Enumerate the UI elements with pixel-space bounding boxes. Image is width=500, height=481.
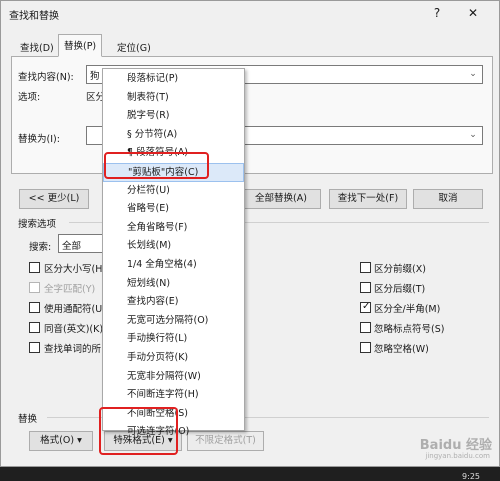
menu-item[interactable]: 可选连字符(O): [103, 423, 244, 442]
match-case-checkbox[interactable]: [29, 262, 40, 273]
tab-find[interactable]: 查找(D): [14, 36, 60, 56]
search-direction-value: 全部: [62, 241, 82, 252]
menu-item[interactable]: 无宽非分隔符(W): [103, 368, 244, 387]
find-label: 查找内容(N):: [18, 72, 74, 83]
menu-item[interactable]: 长划线(M): [103, 237, 244, 256]
menu-item[interactable]: 不间断空格(S): [103, 405, 244, 424]
watermark-url: jingyan.baidu.com: [425, 452, 490, 460]
tab-replace[interactable]: 替换(P): [58, 34, 103, 57]
dialog-title: 查找和替换: [9, 11, 59, 22]
menu-item[interactable]: 全角省略号(F): [103, 219, 244, 238]
replace-label: 替换为(I):: [18, 134, 60, 145]
sounds-like-checkbox[interactable]: [29, 322, 40, 333]
less-button[interactable]: << 更少(L): [19, 189, 89, 209]
tab-goto[interactable]: 定位(G): [111, 36, 157, 56]
search-direction-label: 搜索:: [29, 242, 52, 253]
watermark-logo: Baidu 经验: [419, 438, 492, 453]
menu-item[interactable]: 查找内容(E): [103, 293, 244, 312]
ignore-whitespace-checkbox[interactable]: [360, 342, 371, 353]
menu-item[interactable]: 段落标记(P): [103, 70, 244, 89]
chevron-down-icon[interactable]: ⌄: [466, 128, 480, 143]
menu-item[interactable]: 省略号(E): [103, 200, 244, 219]
menu-item[interactable]: ¶ 段落符号(A): [103, 144, 244, 163]
word-forms-label: 查找单词的所: [44, 344, 102, 355]
whole-word-label: 全字匹配(Y): [44, 284, 96, 295]
match-suffix-checkbox[interactable]: [360, 282, 371, 293]
cancel-button[interactable]: 取消: [413, 189, 483, 209]
help-icon[interactable]: ?: [426, 4, 448, 22]
menu-item[interactable]: 1/4 全角空格(4): [103, 256, 244, 275]
find-next-button[interactable]: 查找下一处(F): [329, 189, 407, 209]
menu-item[interactable]: § 分节符(A): [103, 126, 244, 145]
menu-item[interactable]: 手动换行符(L): [103, 330, 244, 349]
whole-word-checkbox[interactable]: [29, 282, 40, 293]
menu-item[interactable]: 不间断连字符(H): [103, 386, 244, 405]
match-suffix-label: 区分后缀(T): [374, 284, 426, 295]
match-prefix-checkbox[interactable]: [360, 262, 371, 273]
replace-all-button[interactable]: 全部替换(A): [241, 189, 321, 209]
menu-item[interactable]: "剪贴板"内容(C): [103, 163, 244, 182]
taskbar-clock: 9:25: [462, 472, 480, 481]
menu-item[interactable]: 分栏符(U): [103, 182, 244, 201]
replace-section-label: 替换: [18, 414, 38, 425]
ignore-punctuation-label: 忽略标点符号(S): [374, 324, 445, 335]
full-half-width-checkbox[interactable]: [360, 301, 371, 313]
find-input-value: 狗: [90, 71, 100, 82]
special-format-menu: 段落标记(P) 制表符(T) 脱字号(R) § 分节符(A) ¶ 段落符号(A) "剪贴板…: [102, 68, 245, 437]
word-forms-checkbox[interactable]: [29, 342, 40, 353]
menu-item[interactable]: 手动分页符(K): [103, 349, 244, 368]
match-case-label: 区分大小写(H): [44, 264, 107, 275]
menu-item[interactable]: 脱字号(R): [103, 107, 244, 126]
chevron-down-icon[interactable]: ⌄: [466, 67, 480, 82]
options-label: 选项:: [18, 92, 41, 103]
ignore-whitespace-label: 忽略空格(W): [374, 344, 429, 355]
search-options-label: 搜索选项: [18, 219, 57, 230]
ignore-punctuation-checkbox[interactable]: [360, 322, 371, 333]
format-button[interactable]: 格式(O) ▾: [29, 431, 93, 451]
find-replace-dialog: 查找和替换 ? ✕ 查找(D) 替换(P) 定位(G) 查找内容(N): 狗 ⌄…: [0, 0, 500, 467]
search-direction-select[interactable]: 全部: [58, 234, 106, 253]
sounds-like-label: 同音(英文)(K): [44, 324, 104, 335]
full-half-width-label: 区分全/半角(M): [374, 304, 441, 315]
menu-item[interactable]: 制表符(T): [103, 89, 244, 108]
menu-item[interactable]: 短划线(N): [103, 275, 244, 294]
match-prefix-label: 区分前缀(X): [374, 264, 426, 275]
wildcards-label: 使用通配符(U): [44, 304, 106, 315]
close-icon[interactable]: ✕: [462, 4, 484, 22]
wildcards-checkbox[interactable]: [29, 302, 40, 313]
menu-item[interactable]: 无宽可选分隔符(O): [103, 312, 244, 331]
